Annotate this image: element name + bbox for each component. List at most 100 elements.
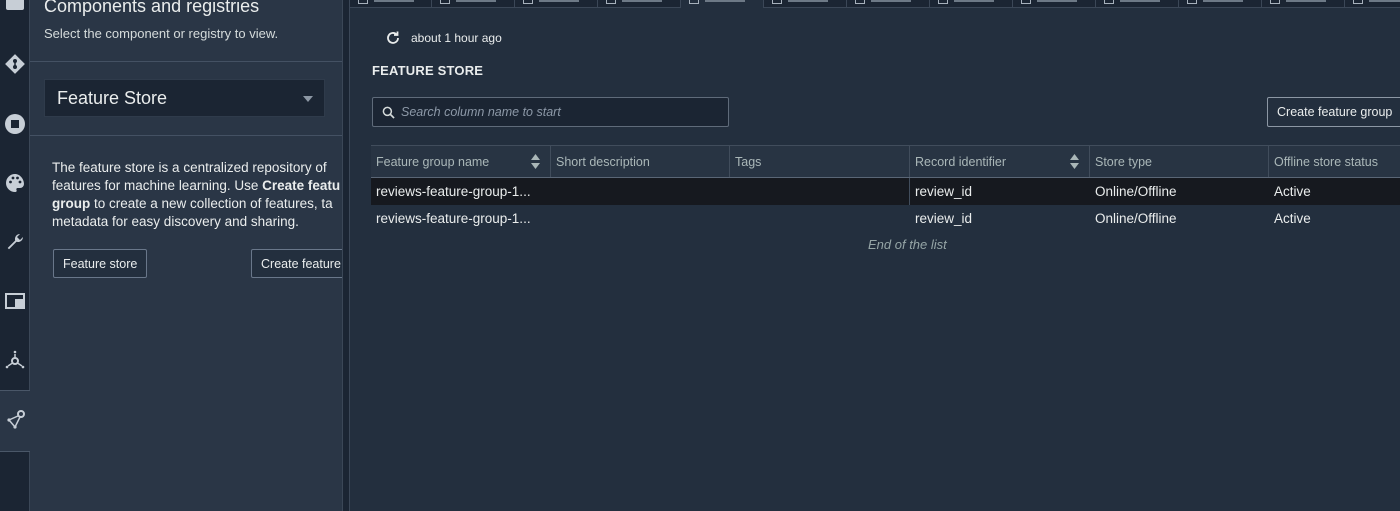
column-header-record-identifier[interactable]: Record identifier [910,146,1090,177]
window-icon[interactable] [0,281,30,321]
feature-store-description: The feature store is a centralized repos… [52,159,342,231]
editor-tab[interactable] [1345,0,1400,8]
search-box[interactable] [372,97,729,127]
panel-splitter[interactable] [342,0,350,511]
refresh-icon[interactable] [385,30,401,46]
file-icon [1270,0,1280,4]
description-bold: Create featu [262,178,341,193]
cell-store-type: Online/Offline [1095,211,1177,226]
file-icon [938,0,948,4]
editor-tab[interactable] [432,0,515,8]
cell-short-description [551,205,730,232]
component-select[interactable]: Feature Store [44,79,325,117]
end-of-list-text: End of the list [868,237,947,252]
file-icon [1187,0,1197,4]
description-text: features for machine learning. Use [52,178,263,193]
editor-tab[interactable] [515,0,598,8]
cell-feature-group-name[interactable]: reviews-feature-group-1... [371,205,551,232]
refresh-control[interactable]: about 1 hour ago [385,30,502,46]
column-header-label: Tags [735,154,762,169]
create-feature-group-button[interactable]: Create feature group [1267,97,1400,127]
tab-label [1369,0,1400,2]
stop-circle-icon[interactable] [0,104,30,144]
tab-label [954,0,994,2]
editor-tab[interactable] [847,0,930,8]
git-icon[interactable] [0,44,30,84]
column-header-label: Offline store status [1274,154,1378,169]
file-icon [1104,0,1114,4]
editor-tab-active[interactable] [681,0,764,8]
editor-tab[interactable] [1013,0,1096,8]
cell-record-identifier: review_id [915,184,973,199]
cell-offline-store-status: Active [1274,184,1311,199]
components-panel: Components and registries Select the com… [30,0,342,511]
wrench-icon[interactable] [0,222,30,262]
tab-label [1203,0,1243,2]
cell-tags [730,178,910,205]
description-text: metadata for easy discovery and sharing. [52,214,299,229]
editor-tab[interactable] [350,0,432,8]
panel-divider [30,61,342,62]
column-header-label: Store type [1095,154,1152,169]
file-icon [606,0,616,4]
feature-store-button[interactable]: Feature store [53,249,147,278]
create-feature-group-button-panel[interactable]: Create feature [251,249,342,278]
table-header: Feature group name Short description Tag… [371,145,1400,178]
column-header-offline-store-status[interactable]: Offline store status [1269,146,1400,177]
file-icon [440,0,450,4]
database-icon[interactable] [0,0,30,24]
last-refreshed-text: about 1 hour ago [411,31,502,45]
file-icon [772,0,782,4]
pipeline-icon[interactable] [0,400,30,440]
activity-rail [0,0,30,511]
column-header-label: Record identifier [915,154,1007,169]
tab-label [539,0,579,2]
cell-record-identifier: review_id [915,211,973,226]
network-icon[interactable] [0,340,30,380]
cell-offline-store-status: Active [1274,211,1311,226]
table-row[interactable]: reviews-feature-group-1... review_id Onl… [371,205,1400,232]
cell-tags [730,205,910,232]
panel-title: Components and registries [44,0,260,16]
editor-tab[interactable] [598,0,681,8]
component-select-value: Feature Store [57,87,168,108]
cell-feature-group-name[interactable]: reviews-feature-group-1... [371,178,551,205]
file-icon [1021,0,1031,4]
editor-tab[interactable] [1262,0,1345,8]
file-icon [689,0,699,4]
editor-tab[interactable] [1179,0,1262,8]
tab-label [622,0,662,2]
sort-icon[interactable] [1070,154,1079,169]
panel-divider [30,135,342,136]
editor-tab[interactable] [764,0,847,8]
tab-label [788,0,828,2]
tab-label [374,0,414,2]
search-input[interactable] [401,98,721,126]
table-row[interactable]: reviews-feature-group-1... review_id Onl… [371,178,1400,205]
description-text: The feature store is a centralized repos… [52,160,327,175]
column-header-tags[interactable]: Tags [730,146,910,177]
feature-groups-table: Feature group name Short description Tag… [371,145,1400,232]
editor-tab-bar [350,0,1400,8]
tab-label [1286,0,1326,2]
palette-icon[interactable] [0,163,30,203]
description-bold: group [52,196,91,211]
sort-icon[interactable] [531,154,540,169]
column-header-short-description[interactable]: Short description [551,146,730,177]
file-icon [855,0,865,4]
tab-label [456,0,496,2]
search-icon [382,106,395,119]
column-header-label: Feature group name [376,154,490,169]
tab-label [1037,0,1077,2]
tab-label [705,0,745,2]
tab-label [871,0,911,2]
column-header-feature-group-name[interactable]: Feature group name [371,146,551,177]
cell-store-type: Online/Offline [1095,184,1177,199]
column-header-store-type[interactable]: Store type [1090,146,1269,177]
file-icon [1353,0,1363,4]
description-text: to create a new collection of features, … [90,196,333,211]
section-title: FEATURE STORE [372,63,484,78]
panel-subtitle: Select the component or registry to view… [44,26,279,41]
editor-tab[interactable] [1096,0,1179,8]
editor-tab[interactable] [930,0,1013,8]
